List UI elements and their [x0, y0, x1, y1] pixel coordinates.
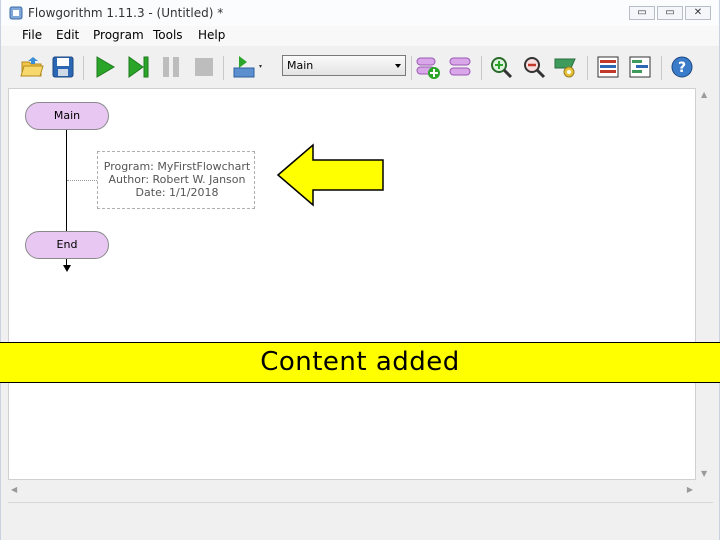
add-function-icon[interactable]	[415, 54, 441, 80]
comment-author: Author: Robert W. Janson	[108, 173, 246, 186]
comment-connector	[67, 180, 97, 181]
toolbar-separator	[223, 56, 224, 80]
menu-bar: File Edit Program Tools Help	[1, 26, 719, 46]
menu-program[interactable]: Program	[93, 28, 144, 42]
toolbar-separator	[587, 56, 588, 80]
run-icon[interactable]	[92, 54, 118, 80]
open-folder-icon[interactable]	[19, 54, 45, 80]
end-terminal-label: End	[56, 238, 78, 251]
comment-date: Date: 1/1/2018	[135, 186, 219, 199]
scroll-left-icon[interactable]: ◀	[11, 485, 17, 494]
menu-edit[interactable]: Edit	[56, 28, 79, 42]
start-terminal[interactable]: Main	[25, 102, 109, 130]
variable-watch-icon[interactable]	[595, 54, 621, 80]
pause-icon[interactable]	[158, 54, 184, 80]
save-icon[interactable]	[50, 54, 76, 80]
window-title: Flowgorithm 1.11.3 - (Untitled) *	[28, 6, 224, 20]
end-terminal[interactable]: End	[25, 231, 109, 259]
horizontal-scrollbar[interactable]: ◀ ▶	[8, 482, 696, 499]
chevron-down-icon	[395, 64, 401, 68]
zoom-out-icon[interactable]	[521, 54, 547, 80]
minimize-button[interactable]: ▭	[629, 6, 655, 20]
style-icon[interactable]	[553, 54, 579, 80]
status-bar	[8, 502, 713, 533]
toolbar-separator	[411, 56, 412, 80]
flow-arrowhead-icon	[63, 265, 71, 272]
menu-help[interactable]: Help	[198, 28, 225, 42]
function-select[interactable]: Main	[282, 55, 406, 76]
zoom-in-icon[interactable]	[488, 54, 514, 80]
close-button[interactable]: ✕	[685, 6, 711, 20]
menu-tools[interactable]: Tools	[153, 28, 183, 42]
toolbar-separator	[83, 56, 84, 80]
svg-text:?: ?	[678, 60, 686, 76]
stop-icon[interactable]	[191, 54, 217, 80]
content-added-banner: Content added	[0, 342, 720, 383]
console-icon[interactable]	[627, 54, 653, 80]
pointer-arrow-icon	[276, 143, 384, 207]
maximize-button[interactable]: ▭	[657, 6, 683, 20]
toolbar-separator	[481, 56, 482, 80]
app-window: Flowgorithm 1.11.3 - (Untitled) * ▭ ▭ ✕ …	[0, 0, 720, 540]
vertical-scrollbar[interactable]: ▲ ▼	[696, 88, 713, 480]
comment-program: Program: MyFirstFlowchart	[103, 160, 251, 173]
function-select-value: Main	[287, 59, 314, 72]
menu-file[interactable]: File	[22, 28, 42, 42]
toolbar-separator	[661, 56, 662, 80]
scroll-right-icon[interactable]: ▶	[687, 485, 693, 494]
app-logo-icon	[9, 6, 23, 20]
comment-box[interactable]: Program: MyFirstFlowchart Author: Robert…	[97, 151, 255, 209]
delete-function-icon[interactable]	[447, 54, 473, 80]
title-bar: Flowgorithm 1.11.3 - (Untitled) * ▭ ▭ ✕	[1, 0, 719, 26]
scroll-up-icon[interactable]: ▲	[701, 90, 707, 99]
start-terminal-label: Main	[53, 109, 81, 122]
help-icon[interactable]: ?	[669, 54, 695, 80]
layout-icon[interactable]	[232, 54, 266, 80]
step-icon[interactable]	[125, 54, 151, 80]
scroll-down-icon[interactable]: ▼	[701, 469, 707, 478]
